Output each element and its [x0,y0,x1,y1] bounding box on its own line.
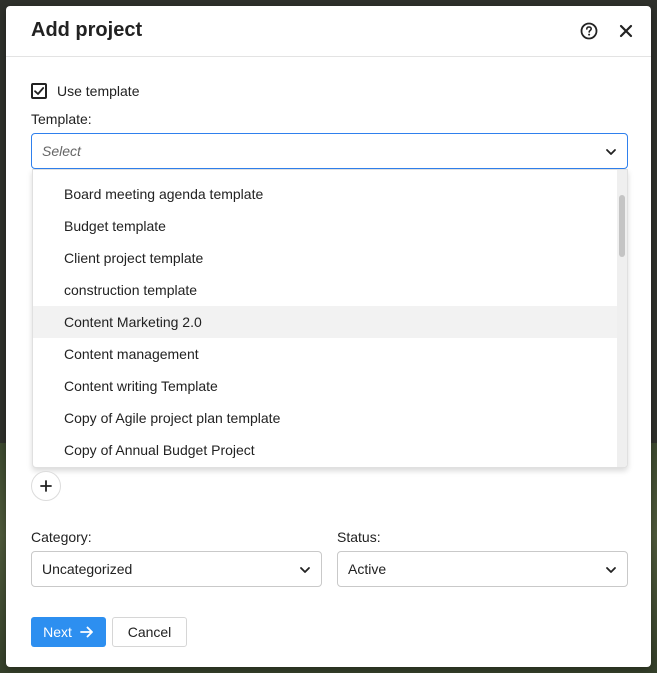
add-button[interactable] [31,471,61,501]
dialog-header: Add project [6,6,651,57]
template-option[interactable]: Client project template [33,242,619,274]
add-project-dialog: Add project Use template Template: Selec… [6,6,651,667]
template-option[interactable]: Copy of Annual Budget Project [33,434,619,466]
cancel-button[interactable]: Cancel [112,617,187,647]
next-button-label: Next [43,624,72,640]
dialog-title: Add project [31,19,143,41]
dropdown-scroll-thumb[interactable] [619,195,625,257]
template-label: Template: [31,111,92,127]
next-button[interactable]: Next [31,617,106,647]
category-select-value: Uncategorized [42,561,133,577]
template-options: Board meeting agenda template Budget temp… [33,170,619,466]
template-option[interactable]: Content writing Template [33,370,619,402]
template-option[interactable]: construction template [33,274,619,306]
template-select[interactable]: Select [31,133,628,169]
template-option[interactable]: Budget template [33,210,619,242]
plus-icon [40,480,52,492]
help-icon[interactable] [580,22,598,40]
category-select[interactable]: Uncategorized [31,551,322,587]
template-option[interactable]: Copy of Agile project plan template [33,402,619,434]
template-dropdown-list[interactable]: Board meeting agenda template Budget temp… [32,169,628,468]
template-select-placeholder: Select [42,143,81,159]
use-template-checkbox[interactable] [31,83,47,99]
check-icon [34,87,45,95]
chevron-down-icon [606,149,616,155]
use-template-label: Use template [57,83,140,99]
category-label: Category: [31,529,92,545]
arrow-right-icon [79,626,93,638]
status-select-value: Active [348,561,387,577]
dropdown-scrollbar[interactable] [617,170,627,467]
use-template-row[interactable]: Use template [31,82,139,100]
status-label: Status: [337,529,381,545]
template-option[interactable]: Content management [33,338,619,370]
template-option[interactable]: Content Marketing 2.0 [33,306,619,338]
cancel-button-label: Cancel [127,624,172,640]
status-select[interactable]: Active [337,551,628,587]
close-icon[interactable] [618,23,634,39]
chevron-down-icon [606,567,616,573]
template-option[interactable]: Board meeting agenda template [33,178,619,210]
chevron-down-icon [300,567,310,573]
